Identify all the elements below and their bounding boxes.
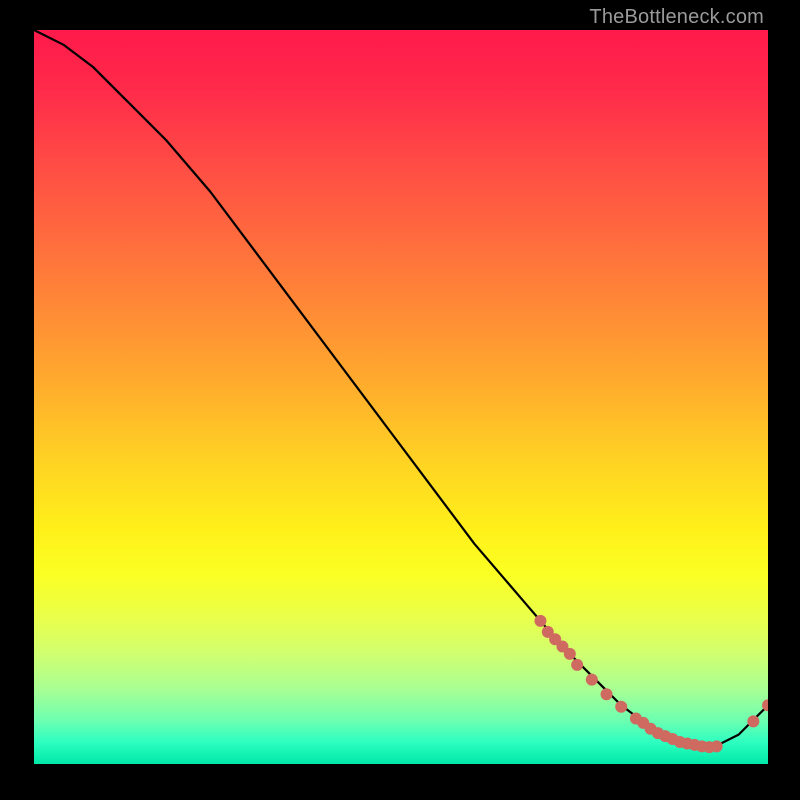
marker-point [534,615,546,627]
marker-point [747,715,759,727]
plot-area [34,30,768,764]
curve-bottleneck-curve [34,30,768,749]
chart-svg [34,30,768,764]
marker-point [586,674,598,686]
marker-point [571,659,583,671]
watermark-text: TheBottleneck.com [589,6,764,29]
marker-point [564,648,576,660]
chart-frame: TheBottleneck.com [0,0,800,800]
marker-point [601,688,613,700]
marker-point [615,701,627,713]
marker-point [711,740,723,752]
